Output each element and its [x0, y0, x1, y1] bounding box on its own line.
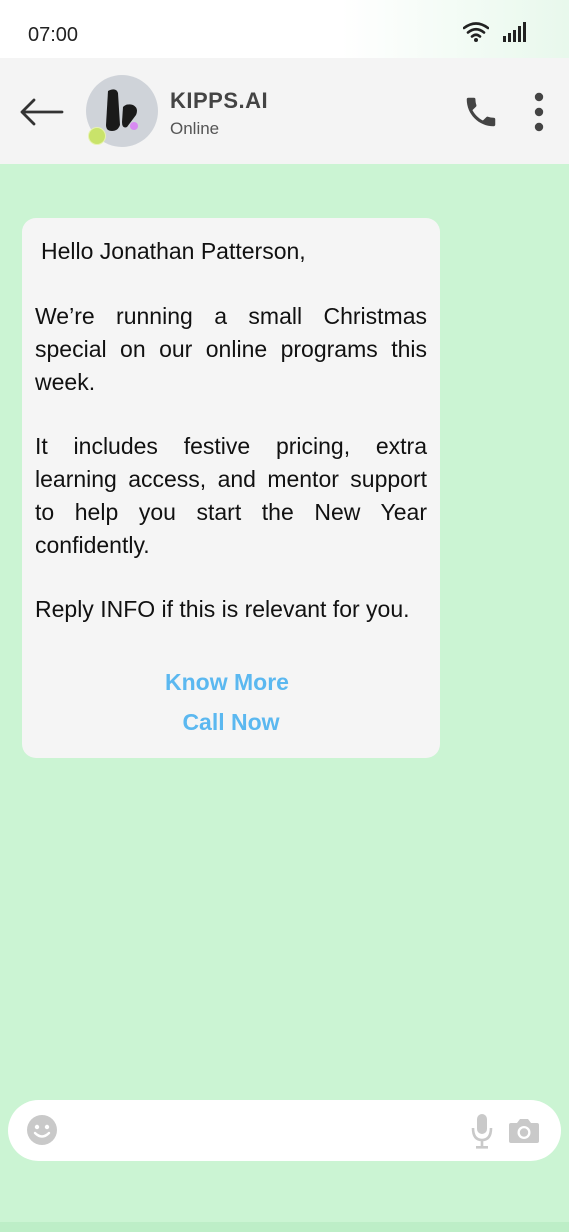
camera-button[interactable] — [508, 1116, 540, 1144]
phone-icon — [466, 97, 496, 127]
contact-status: Online — [170, 119, 220, 138]
call-button[interactable] — [462, 92, 500, 132]
wifi-icon — [463, 22, 489, 42]
mic-icon — [471, 1114, 493, 1149]
back-button[interactable] — [18, 92, 64, 132]
arrow-left-icon — [20, 98, 64, 126]
contact-avatar-wrap[interactable] — [86, 75, 160, 149]
message-paragraph: We’re running a small Christmas special … — [35, 303, 427, 395]
message-paragraph: Reply INFO if this is relevant for you. — [35, 596, 410, 622]
signal-icon — [503, 22, 526, 42]
contact-name[interactable]: KIPPS.AI — [170, 88, 268, 114]
online-presence-dot — [88, 127, 106, 145]
status-time: 07:00 — [28, 24, 79, 46]
emoji-button[interactable] — [26, 1114, 58, 1146]
status-bar: 07:00 — [0, 0, 569, 58]
more-vertical-icon — [534, 92, 544, 132]
camera-icon — [509, 1119, 539, 1143]
know-more-button[interactable]: Know More — [18, 669, 436, 696]
chat-header: KIPPS.AI Online — [0, 58, 569, 164]
bottom-strip — [0, 1222, 569, 1232]
mic-button[interactable] — [470, 1112, 494, 1150]
emoji-icon — [27, 1115, 57, 1145]
message-bubble: Hello Jonathan Patterson, We’re running … — [22, 218, 440, 758]
avatar[interactable] — [86, 75, 158, 147]
status-icons — [463, 22, 529, 42]
message-input[interactable] — [72, 1110, 456, 1152]
more-options-button[interactable] — [526, 90, 552, 134]
message-composer — [8, 1100, 561, 1161]
message-paragraph: It includes festive pricing, extra learn… — [35, 433, 427, 558]
call-now-button[interactable]: Call Now — [22, 709, 440, 736]
message-greeting: Hello Jonathan Patterson, — [41, 238, 306, 264]
